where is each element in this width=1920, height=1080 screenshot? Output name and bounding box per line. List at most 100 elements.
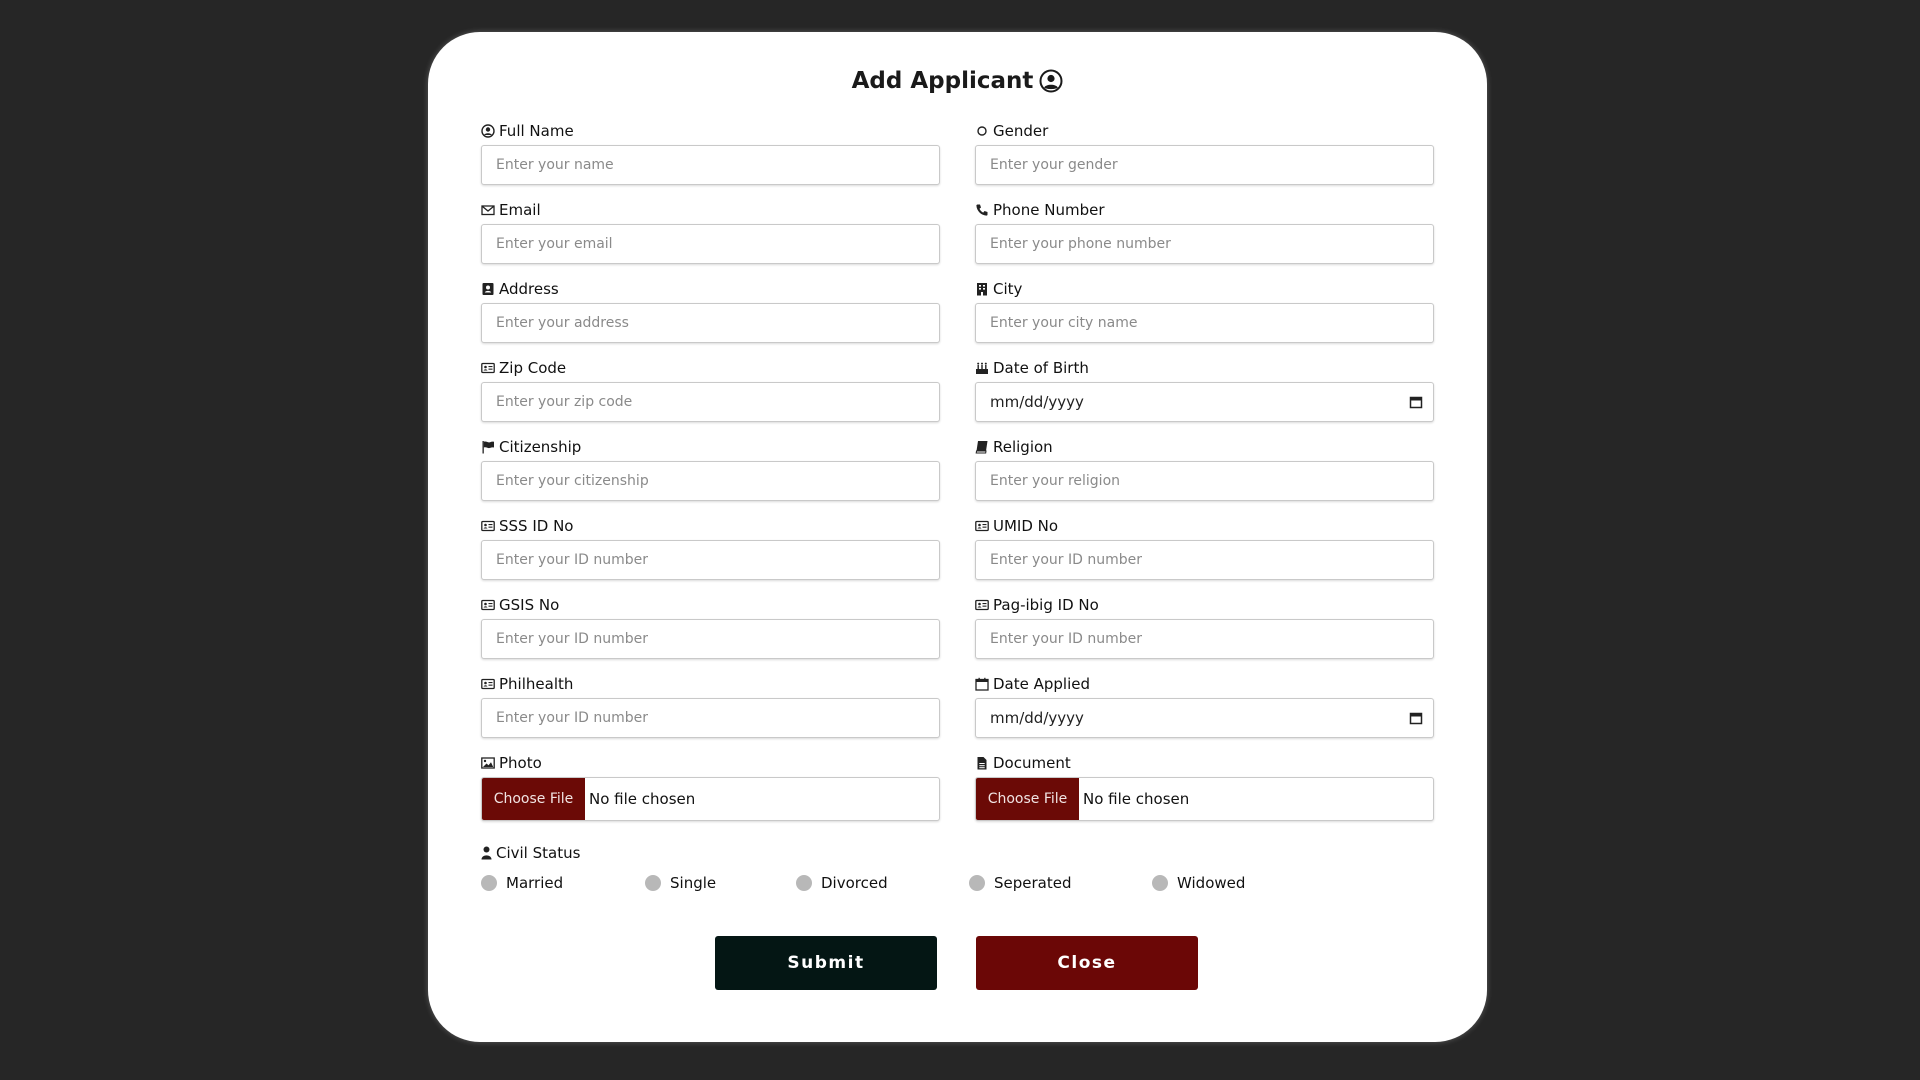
city-input[interactable]: Enter your city name (975, 303, 1434, 343)
circle-icon (977, 126, 987, 136)
field-label: Date Applied (993, 675, 1091, 693)
field-date-of-birth: Date of Birth mm/dd/yyyy (975, 357, 1434, 436)
field-label: City (993, 280, 1023, 298)
field-label: Citizenship (499, 438, 582, 456)
field-label: Religion (993, 438, 1053, 456)
radio-seperated[interactable]: Seperated (969, 874, 1072, 892)
user-circle-icon (1039, 69, 1063, 93)
birthday-cake-icon (976, 362, 988, 374)
field-address: Address Enter your address (481, 278, 940, 357)
field-citizenship: Citizenship Enter your citizenship (481, 436, 940, 515)
submit-button[interactable]: Submit (715, 936, 937, 990)
field-full-name: Full Name Enter your name (481, 120, 940, 199)
title-text: Add Applicant (851, 68, 1034, 94)
radio-dot[interactable] (481, 875, 497, 891)
field-pag-ibig: Pag-ibig ID No Enter your ID number (975, 594, 1434, 673)
radio-dot[interactable] (645, 875, 661, 891)
building-icon (977, 283, 987, 296)
email-input[interactable]: Enter your email (481, 224, 940, 264)
field-label: Phone Number (993, 201, 1105, 219)
radio-dot[interactable] (969, 875, 985, 891)
choose-file-button[interactable]: Choose File (482, 778, 585, 820)
field-city: City Enter your city name (975, 278, 1434, 357)
field-label: UMID No (993, 517, 1059, 535)
radio-label: Widowed (1177, 874, 1246, 892)
id-card-icon (975, 599, 989, 611)
philhealth-input[interactable]: Enter your ID number (481, 698, 940, 738)
field-label: GSIS No (499, 596, 560, 614)
image-icon (481, 757, 495, 769)
add-applicant-modal: Add Applicant Full Name Enter your name … (428, 32, 1487, 1042)
photo-file-input[interactable]: Choose File No file chosen (481, 777, 940, 821)
zip-code-input[interactable]: Enter your zip code (481, 382, 940, 422)
radio-married[interactable]: Married (481, 874, 563, 892)
user-circle-icon (481, 124, 495, 138)
field-sss-id: SSS ID No Enter your ID number (481, 515, 940, 594)
form-grid: Full Name Enter your name Gender Enter y… (481, 120, 1442, 831)
id-card-icon (481, 678, 495, 690)
field-label: Photo (499, 754, 542, 772)
sss-id-input[interactable]: Enter your ID number (481, 540, 940, 580)
document-file-input[interactable]: Choose File No file chosen (975, 777, 1434, 821)
radio-divorced[interactable]: Divorced (796, 874, 888, 892)
radio-widowed[interactable]: Widowed (1152, 874, 1245, 892)
choose-file-button[interactable]: Choose File (976, 778, 1079, 820)
id-card-icon (481, 362, 495, 374)
field-label: Philhealth (499, 675, 574, 693)
field-label: Gender (993, 122, 1049, 140)
envelope-icon (481, 205, 495, 216)
field-label: Address (499, 280, 559, 298)
gender-input[interactable]: Enter your gender (975, 145, 1434, 185)
gsis-input[interactable]: Enter your ID number (481, 619, 940, 659)
file-status: No file chosen (1083, 790, 1190, 808)
radio-dot[interactable] (1152, 875, 1168, 891)
radio-label: Married (506, 874, 564, 892)
full-name-input[interactable]: Enter your name (481, 145, 940, 185)
field-photo: Photo Choose File No file chosen (481, 752, 940, 831)
flag-icon (482, 441, 494, 454)
civil-status-group: Civil Status (481, 844, 580, 862)
address-input[interactable]: Enter your address (481, 303, 940, 343)
field-phone: Phone Number Enter your phone number (975, 199, 1434, 278)
modal-title: Add Applicant (428, 68, 1487, 94)
umid-input[interactable]: Enter your ID number (975, 540, 1434, 580)
field-gender: Gender Enter your gender (975, 120, 1434, 199)
calendar-icon (975, 677, 989, 691)
field-philhealth: Philhealth Enter your ID number (481, 673, 940, 752)
file-status: No file chosen (589, 790, 696, 808)
id-card-icon (481, 520, 495, 532)
field-label: Pag-ibig ID No (993, 596, 1099, 614)
civil-status-label: Civil Status (496, 844, 581, 862)
field-religion: Religion Enter your religion (975, 436, 1434, 515)
citizenship-input[interactable]: Enter your citizenship (481, 461, 940, 501)
phone-input[interactable]: Enter your phone number (975, 224, 1434, 264)
date-value: mm/dd/yyyy (990, 393, 1084, 411)
user-icon (481, 846, 492, 860)
field-label: Zip Code (499, 359, 567, 377)
pag-ibig-input[interactable]: Enter your ID number (975, 619, 1434, 659)
religion-input[interactable]: Enter your religion (975, 461, 1434, 501)
file-icon (977, 757, 987, 770)
calendar-icon[interactable] (1409, 395, 1423, 409)
field-document: Document Choose File No file chosen (975, 752, 1434, 831)
field-label: Document (993, 754, 1071, 772)
field-email: Email Enter your email (481, 199, 940, 278)
calendar-icon[interactable] (1409, 711, 1423, 725)
id-card-icon (975, 520, 989, 532)
radio-label: Seperated (994, 874, 1072, 892)
date-applied-input[interactable]: mm/dd/yyyy (975, 698, 1434, 738)
close-button[interactable]: Close (976, 936, 1198, 990)
field-zip-code: Zip Code Enter your zip code (481, 357, 940, 436)
id-card-icon (481, 599, 495, 611)
field-label: Full Name (499, 122, 574, 140)
date-value: mm/dd/yyyy (990, 709, 1084, 727)
field-umid: UMID No Enter your ID number (975, 515, 1434, 594)
field-date-applied: Date Applied mm/dd/yyyy (975, 673, 1434, 752)
address-book-icon (482, 283, 494, 295)
radio-single[interactable]: Single (645, 874, 716, 892)
field-label: SSS ID No (499, 517, 574, 535)
radio-dot[interactable] (796, 875, 812, 891)
radio-label: Single (670, 874, 717, 892)
civil-status-options: Married Single Divorced Seperated Widowe… (481, 874, 1281, 898)
date-of-birth-input[interactable]: mm/dd/yyyy (975, 382, 1434, 422)
